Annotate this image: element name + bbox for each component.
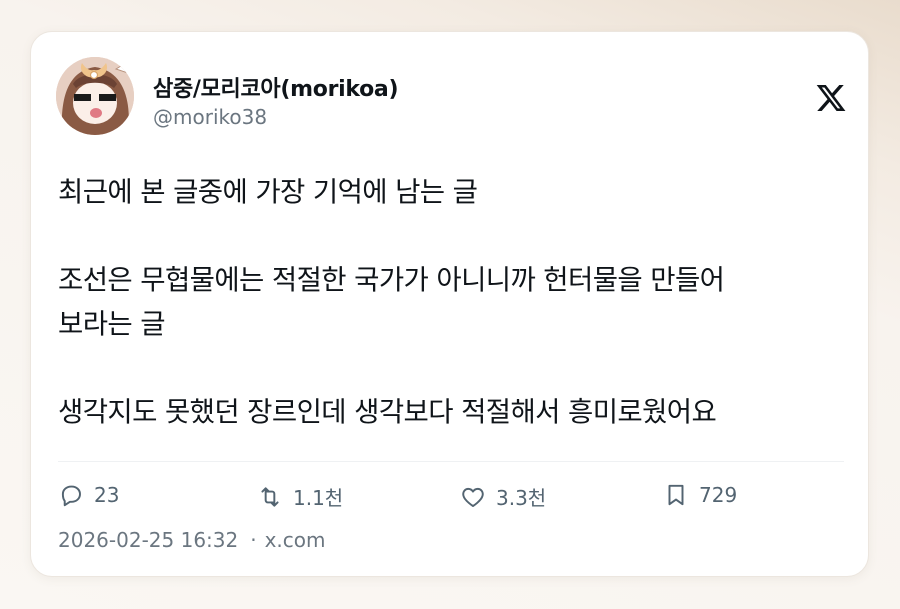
timestamp[interactable]: 2026-02-25 16:32 xyxy=(58,528,238,552)
bookmark-icon xyxy=(668,484,684,506)
post-line: 보라는 글 xyxy=(58,308,166,340)
post-line: 최근에 본 글중에 가장 기억에 남는 글 xyxy=(58,176,478,208)
post-line: 생각지도 못했던 장르인데 생각보다 적절해서 흥미로웠어요 xyxy=(58,396,717,428)
post-line-blank xyxy=(58,346,848,390)
post-text: 최근에 본 글중에 가장 기억에 남는 글 조선은 무협물에는 적절한 국가가 … xyxy=(58,170,848,434)
reply-count: 23 xyxy=(94,483,120,507)
repost-icon xyxy=(261,486,279,507)
meta-separator: · xyxy=(250,528,257,552)
reply-icon xyxy=(61,485,81,507)
post-line: 조선은 무협물에는 적절한 국가가 아니니까 헌터물을 만들어 xyxy=(58,264,725,296)
avatar[interactable] xyxy=(56,57,134,135)
bookmark-count: 729 xyxy=(699,483,738,507)
source-link[interactable]: x.com xyxy=(265,528,326,552)
bookmark-button[interactable]: 729 xyxy=(663,482,737,508)
repost-count: 1.1천 xyxy=(293,486,344,510)
post-card[interactable]: 삼중/모리코아(morikoa) @moriko38 최근에 본 글중에 가장 … xyxy=(30,31,869,577)
display-name[interactable]: 삼중/모리코아(morikoa) xyxy=(153,71,399,103)
like-button[interactable]: 3.3천 xyxy=(460,482,546,511)
user-handle[interactable]: @moriko38 xyxy=(153,105,267,129)
reply-button[interactable]: 23 xyxy=(58,482,119,508)
x-logo-icon[interactable] xyxy=(815,82,847,114)
post-meta: 2026-02-25 16:32 · x.com xyxy=(58,528,326,552)
divider xyxy=(58,461,844,462)
action-bar: 23 1.1천 3.3천 729 xyxy=(58,482,848,518)
repost-button[interactable]: 1.1천 xyxy=(257,482,343,511)
avatar-image xyxy=(56,57,134,135)
post-line-blank xyxy=(58,214,848,258)
heart-icon xyxy=(462,487,484,507)
like-count: 3.3천 xyxy=(496,486,547,510)
